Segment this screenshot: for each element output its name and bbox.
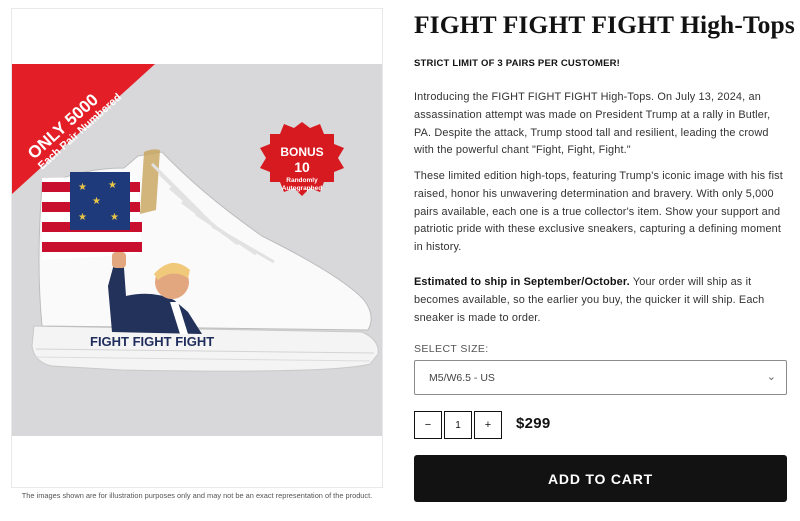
quantity-input[interactable]: 1	[444, 411, 472, 439]
svg-text:★: ★	[78, 212, 87, 223]
quantity-stepper: − 1 +	[414, 411, 502, 439]
product-title: FIGHT FIGHT FIGHT High-Tops	[414, 10, 795, 39]
badge-number-text: 10	[294, 159, 310, 175]
product-media-frame: ★ ★ ★ ★ ★ FIGHT FIGHT FIGHT ONLY 5000 Ea…	[11, 8, 383, 488]
size-select[interactable]: M5/W6.5 - US ⌄	[414, 360, 787, 395]
quantity-increase-button[interactable]: +	[474, 411, 502, 439]
product-image[interactable]: ★ ★ ★ ★ ★ FIGHT FIGHT FIGHT ONLY 5000 Ea…	[12, 64, 382, 436]
size-selected-value: M5/W6.5 - US	[429, 372, 495, 384]
chevron-down-icon: ⌄	[766, 371, 776, 383]
svg-text:★: ★	[108, 180, 117, 191]
shipping-estimate: Estimated to ship in September/October.	[414, 276, 630, 288]
description-paragraph-1: Introducing the FIGHT FIGHT FIGHT High-T…	[414, 91, 771, 157]
size-label: SELECT SIZE:	[414, 343, 489, 355]
quantity-decrease-button[interactable]: −	[414, 411, 442, 439]
svg-text:★: ★	[92, 196, 101, 207]
purchase-limit-notice: STRICT LIMIT OF 3 PAIRS PER CUSTOMER!	[414, 58, 621, 69]
description-paragraph-2: These limited edition high-tops, featuri…	[414, 170, 783, 254]
add-to-cart-button[interactable]: ADD TO CART	[414, 455, 787, 502]
badge-autographed-text: Autographed	[282, 185, 322, 192]
shipping-paragraph: Estimated to ship in September/October. …	[414, 274, 788, 327]
product-price: $299	[516, 415, 551, 432]
shoe-print-text: FIGHT FIGHT FIGHT	[90, 334, 214, 349]
svg-text:★: ★	[78, 182, 87, 193]
image-disclaimer: The images shown are for illustration pu…	[21, 491, 373, 500]
badge-bonus-text: BONUS	[280, 145, 323, 159]
sneaker-illustration: ★ ★ ★ ★ ★ FIGHT FIGHT FIGHT ONLY 5000 Ea…	[12, 64, 382, 436]
svg-text:★: ★	[110, 212, 119, 223]
badge-randomly-text: Randomly	[286, 177, 318, 184]
